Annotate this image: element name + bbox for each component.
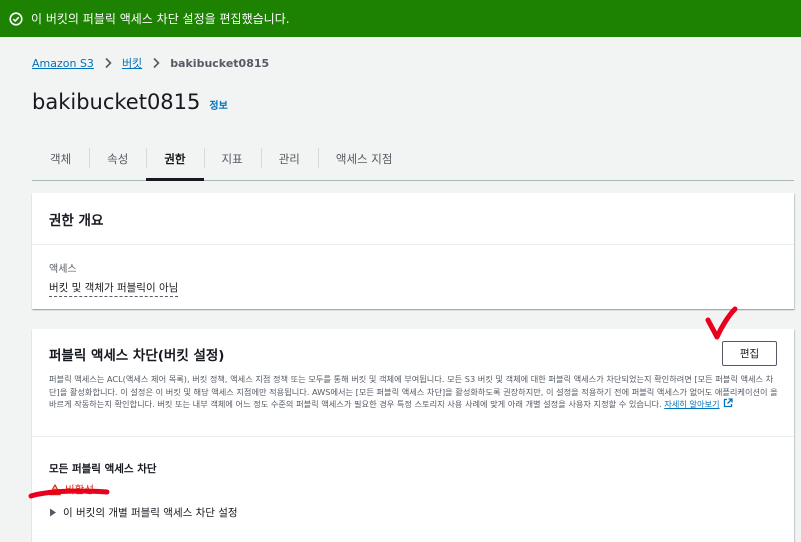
tab-permissions[interactable]: 권한: [146, 138, 204, 181]
permissions-overview-panel: 권한 개요 액세스 버킷 및 객체가 퍼블릭이 아님: [32, 193, 794, 309]
expander-label: 이 버킷의 개별 퍼블릭 액세스 차단 설정: [63, 507, 238, 519]
access-label: 액세스: [49, 264, 77, 275]
external-link-icon: [723, 398, 733, 408]
edit-button[interactable]: 편집: [722, 341, 777, 366]
breadcrumb-current: bakibucket0815: [170, 56, 270, 70]
panel-title: 퍼블릭 액세스 차단(버킷 설정): [49, 348, 225, 364]
chevron-right-icon: [151, 57, 161, 69]
tab-management[interactable]: 관리: [260, 138, 318, 180]
breadcrumb-amazon-s3[interactable]: Amazon S3: [32, 57, 94, 70]
tab-objects[interactable]: 객체: [32, 138, 89, 180]
tab-metrics[interactable]: 지표: [203, 138, 261, 180]
tab-bar: 객체 속성 권한 지표 관리 액세스 지점: [32, 138, 794, 181]
chevron-right-icon: [103, 57, 113, 69]
panel-description: 퍼블릭 액세스는 ACL(액세스 제어 목록), 버킷 정책, 액세스 지점 정…: [49, 373, 779, 411]
warning-icon: [49, 483, 61, 496]
tab-access-points[interactable]: 액세스 지점: [317, 138, 411, 180]
status-indicator: 비활성: [49, 482, 777, 497]
status-text: 비활성: [65, 484, 94, 496]
learn-more-link[interactable]: 자세히 알아보기: [664, 399, 719, 409]
caret-right-icon: [49, 508, 57, 517]
block-public-access-panel: 퍼블릭 액세스 차단(버킷 설정) 편집 퍼블릭 액세스는 ACL(액세스 제어…: [32, 329, 794, 542]
page-header: bakibucket0815 정보: [32, 90, 228, 114]
access-value[interactable]: 버킷 및 객체가 퍼블릭이 아님: [49, 280, 179, 297]
tab-properties[interactable]: 속성: [89, 138, 146, 180]
breadcrumb: Amazon S3 버킷 bakibucket0815: [32, 55, 269, 71]
info-link[interactable]: 정보: [209, 97, 227, 112]
panel-title: 권한 개요: [32, 193, 794, 245]
breadcrumb-buckets[interactable]: 버킷: [122, 55, 142, 71]
check-circle-icon: [9, 11, 23, 26]
success-flash-banner: 이 버킷의 퍼블릭 액세스 차단 설정을 편집했습니다.: [0, 0, 801, 37]
flash-message: 이 버킷의 퍼블릭 액세스 차단 설정을 편집했습니다.: [31, 12, 290, 26]
page-title: bakibucket0815: [32, 90, 201, 114]
individual-settings-expander[interactable]: 이 버킷의 개별 퍼블릭 액세스 차단 설정: [49, 505, 777, 520]
block-all-label: 모든 퍼블릭 액세스 차단: [49, 463, 157, 475]
